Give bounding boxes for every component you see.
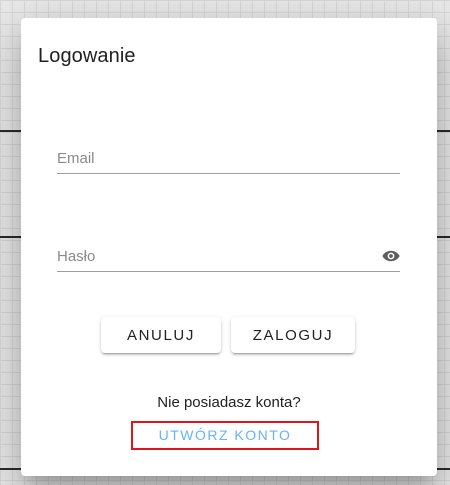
password-input[interactable]	[57, 248, 357, 265]
login-button[interactable]: ZALOGUJ	[231, 317, 355, 353]
eye-icon[interactable]	[382, 249, 400, 263]
login-dialog: Logowanie ANULUJ ZALOGUJ Nie posiadasz k…	[21, 18, 437, 476]
email-field	[57, 133, 400, 174]
cancel-button[interactable]: ANULUJ	[101, 317, 221, 353]
dialog-title: Logowanie	[38, 45, 136, 67]
password-field	[57, 231, 400, 272]
email-input[interactable]	[57, 150, 357, 167]
create-account-link[interactable]: UTWÓRZ KONTO	[131, 421, 319, 450]
no-account-text: Nie posiadasz konta?	[157, 394, 301, 411]
